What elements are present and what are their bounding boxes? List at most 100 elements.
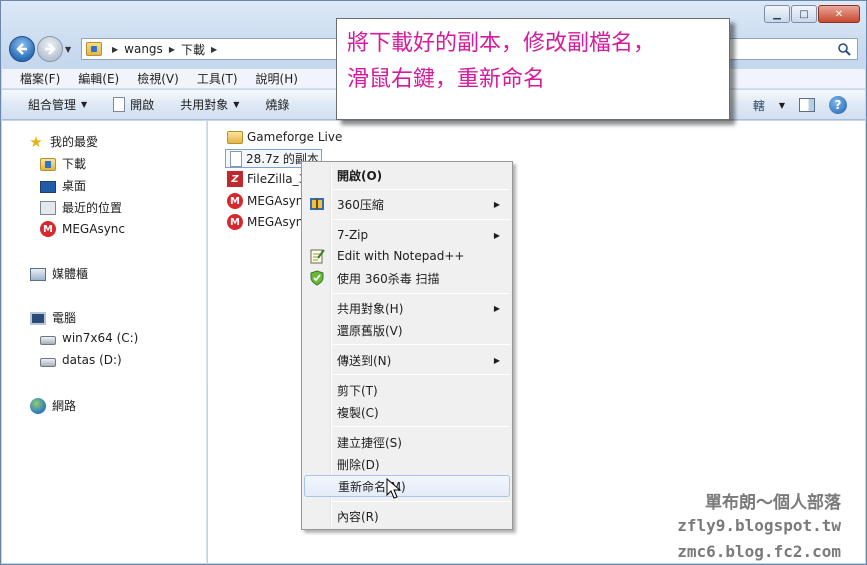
chevron-right-icon[interactable]: ▶	[169, 45, 175, 54]
menu-item-copy[interactable]: 複製(C)	[304, 401, 510, 423]
chevron-right-icon[interactable]: ▶	[211, 45, 217, 54]
menu-item-cut[interactable]: 剪下(T)	[304, 379, 510, 401]
network-icon	[30, 397, 46, 414]
chevron-right-icon[interactable]: ▶	[112, 45, 118, 54]
nav-item-network[interactable]: 網路	[30, 397, 76, 414]
menu-item-label: 使用 360杀毒 扫描	[337, 271, 440, 286]
megasync-icon: M	[40, 221, 56, 237]
back-button[interactable]	[9, 36, 35, 62]
menu-separator	[332, 426, 510, 427]
submenu-arrow-icon: ▶	[493, 355, 500, 365]
megasync-icon: M	[227, 214, 243, 230]
nav-item-megasync[interactable]: M MEGAsync	[40, 221, 125, 237]
organize-button[interactable]: 組合管理 ▼	[28, 96, 87, 113]
close-button[interactable]: ✕	[818, 5, 860, 23]
menu-tools[interactable]: 工具(T)	[197, 70, 238, 87]
menu-file[interactable]: 檔案(F)	[20, 70, 60, 87]
command-bar-right: 轄 ▼ ?	[753, 96, 847, 114]
favorites-label: 我的最愛	[50, 135, 99, 149]
menu-item-360compress[interactable]: 360压縮 ▶	[304, 193, 510, 215]
list-item[interactable]: Gameforge Live	[227, 129, 342, 144]
360-shield-icon	[310, 270, 324, 286]
dropdown-arrow-icon: ▼	[233, 100, 240, 109]
nav-item-label: win7x64 (C:)	[62, 331, 139, 345]
views-button[interactable]: 轄	[753, 97, 765, 114]
navigation-buttons: ▼	[9, 35, 77, 63]
nav-item-drive-d[interactable]: datas (D:)	[40, 353, 122, 367]
mouse-cursor-icon	[386, 478, 402, 499]
nav-item-recent[interactable]: 最近的位置	[40, 199, 122, 216]
search-input[interactable]	[718, 38, 858, 60]
menu-separator	[332, 189, 510, 190]
context-menu: 開啟(O) 360压縮 ▶ 7-Zip ▶ Edit with Notepad++ …	[301, 161, 513, 530]
menu-item-label: 還原舊版(V)	[337, 323, 403, 338]
recent-pages-dropdown[interactable]: ▼	[65, 45, 77, 54]
breadcrumb-downloads[interactable]: 下載	[181, 41, 205, 58]
menu-item-label: Edit with Notepad++	[337, 249, 465, 263]
desktop-icon	[40, 180, 56, 193]
nav-item-label: 媒體櫃	[52, 267, 89, 281]
menu-item-properties[interactable]: 內容(R)	[304, 505, 510, 527]
menu-item-share[interactable]: 共用對象(H) ▶	[304, 297, 510, 319]
menu-item-delete[interactable]: 刪除(D)	[304, 453, 510, 475]
burn-button[interactable]: 燒錄	[265, 96, 289, 113]
forward-button[interactable]	[37, 36, 63, 62]
menu-item-rename[interactable]: 重新命名(M)	[304, 475, 510, 497]
share-button[interactable]: 共用對象 ▼	[180, 96, 239, 113]
menu-item-360scan[interactable]: 使用 360杀毒 扫描	[304, 267, 510, 289]
menu-item-restore[interactable]: 還原舊版(V)	[304, 319, 510, 341]
open-button[interactable]: 開啟	[113, 96, 154, 113]
list-item[interactable]: M MEGAsync	[227, 214, 310, 230]
list-item[interactable]: Z FileZilla_3.	[227, 171, 310, 187]
menu-item-label: 複製(C)	[337, 405, 379, 420]
nav-item-label: 最近的位置	[62, 201, 123, 215]
submenu-arrow-icon: ▶	[493, 303, 500, 313]
menu-item-notepadpp[interactable]: Edit with Notepad++	[304, 245, 510, 267]
menu-item-sendto[interactable]: 傳送到(N) ▶	[304, 349, 510, 371]
forward-arrow-icon	[45, 43, 56, 55]
address-bar[interactable]: ▶ wangs ▶ 下載 ▶	[81, 38, 341, 60]
maximize-button[interactable]: □	[791, 5, 817, 23]
nav-item-drive-c[interactable]: win7x64 (C:)	[40, 331, 138, 345]
help-button[interactable]: ?	[829, 96, 847, 114]
share-label: 共用對象	[180, 98, 229, 112]
submenu-arrow-icon: ▶	[493, 199, 500, 209]
star-icon: ★	[29, 132, 43, 151]
menu-item-open[interactable]: 開啟(O)	[304, 164, 510, 186]
downloads-folder-icon	[86, 42, 102, 56]
360-compress-icon	[310, 198, 324, 210]
preview-pane-icon[interactable]	[799, 98, 815, 112]
minimize-button[interactable]: ▁	[764, 5, 790, 23]
breadcrumb-wangs[interactable]: wangs	[124, 42, 163, 56]
megasync-icon: M	[227, 193, 243, 209]
drive-icon	[40, 358, 56, 367]
drive-icon	[40, 336, 56, 345]
submenu-arrow-icon: ▶	[493, 230, 500, 240]
menu-item-label: 建立捷徑(S)	[337, 435, 402, 450]
back-arrow-icon	[16, 43, 27, 55]
menu-item-label: 7-Zip	[337, 228, 369, 242]
menu-help[interactable]: 說明(H)	[256, 70, 298, 87]
menu-item-shortcut[interactable]: 建立捷徑(S)	[304, 431, 510, 453]
menu-item-label: 傳送到(N)	[337, 353, 392, 368]
menu-separator	[332, 374, 510, 375]
nav-item-desktop[interactable]: 桌面	[40, 177, 86, 194]
nav-item-label: 下載	[62, 157, 87, 171]
annotation-callout: 將下載好的副本，修改副檔名， 滑鼠右鍵，重新命名	[336, 18, 730, 120]
dropdown-arrow-icon: ▼	[81, 100, 88, 109]
menu-item-label: 開啟(O)	[337, 168, 383, 183]
list-item[interactable]: M MEGAsync	[227, 193, 310, 209]
views-dropdown-icon[interactable]: ▼	[779, 101, 785, 110]
nav-item-libraries[interactable]: 媒體櫃	[30, 265, 88, 282]
downloads-folder-icon	[40, 158, 56, 171]
folder-icon	[227, 131, 243, 144]
nav-item-downloads[interactable]: 下載	[40, 155, 86, 172]
favorites-header[interactable]: ★ 我的最愛	[28, 133, 98, 150]
nav-item-label: 桌面	[62, 179, 87, 193]
menu-item-7zip[interactable]: 7-Zip ▶	[304, 224, 510, 246]
menu-edit[interactable]: 編輯(E)	[78, 70, 119, 87]
notepadpp-icon	[310, 249, 325, 264]
document-icon	[113, 97, 126, 112]
menu-view[interactable]: 檢視(V)	[137, 70, 179, 87]
nav-item-computer[interactable]: 電腦	[30, 309, 76, 326]
